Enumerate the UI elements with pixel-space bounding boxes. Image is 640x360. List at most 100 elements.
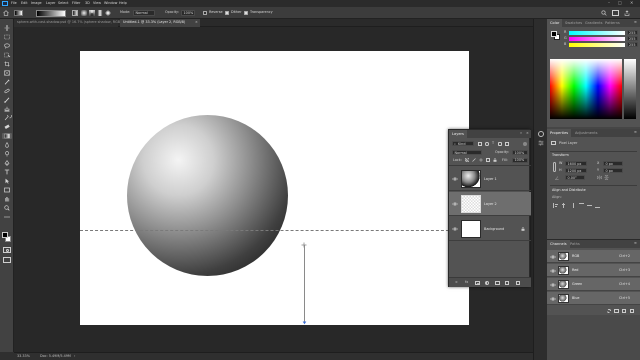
eraser-tool-icon[interactable] — [2, 124, 12, 130]
gradient-tool-icon[interactable] — [2, 133, 12, 139]
stamp-tool-icon[interactable] — [2, 106, 12, 112]
channel-r-input[interactable]: 255 — [627, 30, 638, 35]
menu-select[interactable]: Select — [58, 1, 68, 5]
path-selection-tool-icon[interactable] — [2, 178, 12, 184]
layers-panel-titlebar[interactable]: Layers » × — [449, 130, 531, 138]
visibility-eye-icon[interactable] — [550, 296, 556, 302]
lock-artboard-icon[interactable] — [486, 158, 490, 162]
layers-close-icon[interactable]: × — [526, 131, 529, 135]
transform-header[interactable]: Transform — [552, 153, 569, 157]
tab-properties[interactable]: Properties — [547, 129, 572, 137]
angle-input[interactable]: 0.00° — [565, 175, 585, 180]
properties-icon[interactable] — [538, 140, 544, 146]
rectangle-tool-icon[interactable] — [2, 187, 12, 193]
properties-menu-icon[interactable]: ≡ — [634, 130, 637, 134]
layers-collapse-icon[interactable]: » — [520, 131, 522, 135]
move-tool-icon[interactable] — [2, 25, 12, 31]
filter-shape-icon[interactable] — [498, 142, 502, 146]
share-icon[interactable] — [624, 10, 630, 16]
foreground-color-swatch[interactable] — [2, 232, 8, 238]
dither-checkbox[interactable] — [225, 11, 229, 15]
align-distribute-header[interactable]: Align and Distribute — [552, 188, 586, 192]
visibility-eye-icon[interactable] — [452, 201, 458, 207]
tab-adjustments[interactable]: Adjustments — [572, 129, 601, 137]
visibility-eye-icon[interactable] — [550, 268, 556, 274]
h-input[interactable]: 1200 px — [565, 168, 587, 173]
tab-layers[interactable]: Layers — [449, 130, 467, 138]
fill-input[interactable]: 100% — [512, 157, 528, 163]
menu-filter[interactable]: Filter — [72, 1, 80, 5]
layer-mask-icon[interactable] — [475, 281, 480, 285]
layer-row[interactable]: Layer 2 — [449, 192, 531, 216]
align-center-icon[interactable] — [561, 203, 566, 208]
blur-tool-icon[interactable] — [2, 142, 12, 148]
document-tab[interactable]: sphere-with-cast-shadow.psd @ 16.7% (sph… — [14, 19, 125, 27]
more-tools-icon[interactable] — [2, 214, 12, 220]
lock-all-icon[interactable] — [493, 158, 497, 162]
close-tab-icon[interactable]: × — [195, 20, 198, 24]
mode-select[interactable]: Normal — [133, 10, 155, 16]
color-panel-fg-swatch[interactable] — [551, 31, 557, 37]
channel-row[interactable]: Red Ctrl+3 — [547, 264, 640, 277]
pen-tool-icon[interactable] — [2, 160, 12, 166]
adjustment-layer-icon[interactable] — [485, 281, 489, 285]
align-bottom-icon[interactable] — [595, 203, 600, 208]
link-icon[interactable] — [553, 162, 556, 172]
zoom-level[interactable]: 33.33% — [17, 354, 30, 358]
channel-row[interactable]: RGB Ctrl+2 — [547, 250, 640, 263]
angle-gradient-icon[interactable] — [89, 10, 95, 16]
align-left-icon[interactable] — [553, 203, 558, 208]
channel-b-input[interactable]: 255 — [627, 42, 638, 47]
minimize-icon[interactable]: – — [608, 1, 610, 5]
healing-brush-tool-icon[interactable] — [2, 88, 12, 94]
save-selection-channel-icon[interactable] — [614, 309, 619, 313]
visibility-eye-icon[interactable] — [550, 254, 556, 260]
panel-menu-icon[interactable]: ≡ — [634, 20, 637, 24]
channel-row[interactable]: Green Ctrl+4 — [547, 278, 640, 291]
group-folder-icon[interactable] — [495, 281, 500, 285]
diamond-gradient-icon[interactable] — [104, 9, 112, 17]
channels-menu-icon[interactable]: ≡ — [634, 241, 637, 245]
gradient-editor-swatch[interactable] — [36, 9, 66, 17]
visibility-eye-icon[interactable] — [452, 226, 458, 232]
filter-toggle-icon[interactable] — [523, 142, 527, 146]
gradient-tool-preset-icon[interactable] — [14, 10, 23, 16]
filter-type-icon[interactable]: T — [492, 141, 494, 145]
document-tab-active[interactable]: Untitled-1 @ 33.3% (Layer 2, RGB/8) × — [120, 19, 200, 27]
close-window-icon[interactable]: ✕ — [630, 1, 633, 5]
menu-file[interactable]: File — [11, 1, 17, 5]
layer-name[interactable]: Background — [484, 227, 504, 231]
tab-paths[interactable]: Paths — [567, 240, 583, 248]
menu-3d[interactable]: 3D — [85, 1, 90, 5]
radial-gradient-icon[interactable] — [81, 10, 87, 16]
layer-opacity-input[interactable]: 100% — [512, 150, 528, 155]
menu-edit[interactable]: Edit — [21, 1, 28, 5]
history-brush-tool-icon[interactable] — [2, 115, 12, 121]
reflected-gradient-icon[interactable] — [97, 10, 103, 16]
align-right-icon[interactable] — [569, 203, 574, 208]
menu-layer[interactable]: Layer — [46, 1, 55, 5]
photoshop-logo-icon[interactable] — [2, 1, 8, 6]
frame-tool-icon[interactable] — [2, 70, 12, 76]
channel-g-slider[interactable] — [569, 37, 625, 41]
align-top-icon[interactable] — [579, 203, 584, 208]
link-layers-icon[interactable]: ∞ — [455, 280, 458, 284]
grayscale-ramp[interactable] — [624, 59, 636, 119]
layer-style-icon[interactable]: fx — [465, 280, 468, 284]
brush-tool-icon[interactable] — [2, 97, 12, 103]
workspace-icon[interactable] — [612, 10, 619, 16]
layer-name[interactable]: Layer 1 — [484, 177, 497, 181]
lock-pixels-icon[interactable] — [472, 158, 476, 162]
menu-window[interactable]: Window — [104, 1, 117, 5]
history-icon[interactable] — [538, 131, 544, 137]
lasso-tool-icon[interactable] — [2, 43, 12, 49]
delete-channel-icon[interactable] — [630, 309, 634, 313]
menu-view[interactable]: View — [93, 1, 101, 5]
x-input[interactable]: 0 px — [603, 161, 623, 166]
filter-adjustment-icon[interactable] — [485, 142, 489, 146]
status-menu-icon[interactable]: › — [74, 354, 75, 358]
maximize-icon[interactable]: □ — [618, 1, 622, 5]
type-tool-icon[interactable] — [2, 169, 12, 175]
channel-row[interactable]: Blue Ctrl+5 — [547, 292, 640, 305]
channel-g-input[interactable]: 255 — [627, 36, 638, 41]
